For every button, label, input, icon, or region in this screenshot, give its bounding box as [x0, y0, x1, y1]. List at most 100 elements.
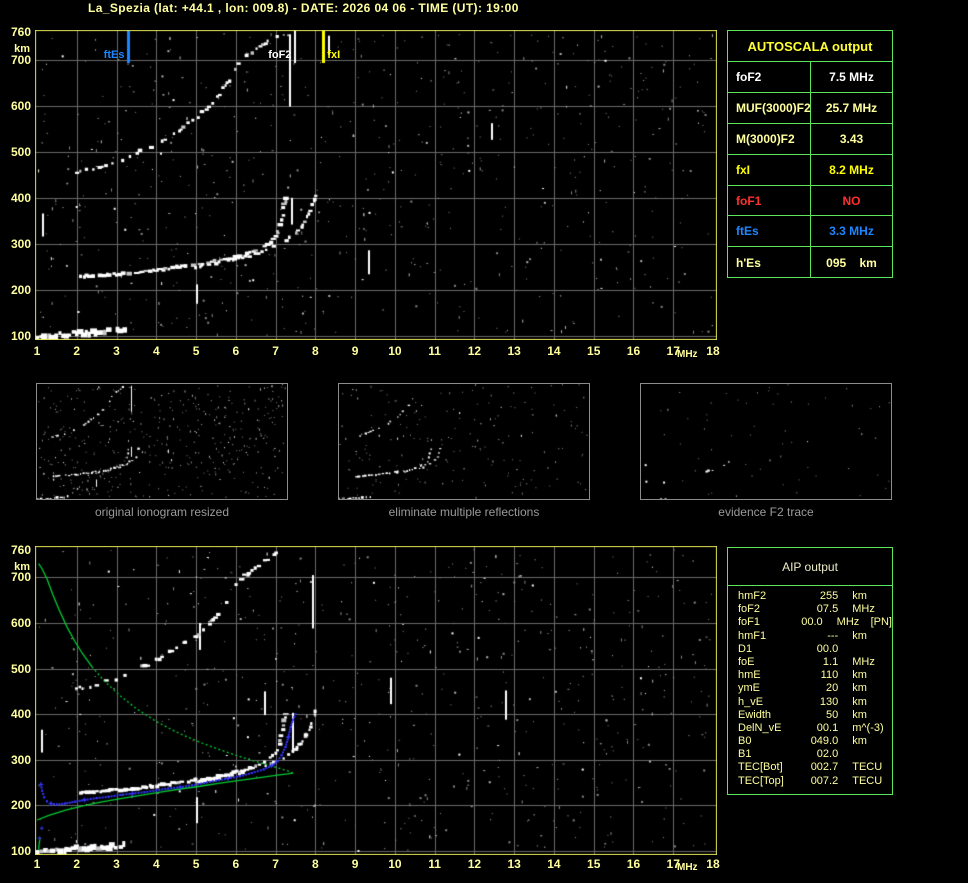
autoscala-row-value: 3.43: [839, 131, 864, 146]
aip-row-unit: [852, 643, 890, 656]
thumbnail-original-ionogram: [36, 383, 288, 500]
autoscala-row-M3000F2: M(3000)F2 3.43: [728, 123, 892, 155]
autoscala-row-value: NO: [842, 193, 861, 208]
aip-row-value: 007.2: [810, 774, 839, 787]
x-tick-13-panel0: 13: [507, 344, 521, 358]
x-tick-2-panel1: 2: [73, 857, 81, 871]
aip-row-value: 50: [825, 708, 839, 721]
aip-row-label: hmF2: [738, 590, 767, 602]
y-tick-100-panel1: 100: [10, 844, 31, 859]
aip-row-value: 00.1: [816, 721, 839, 734]
aip-row-value: 02.0: [816, 748, 839, 761]
marker-label-fxI: fxI: [327, 49, 341, 61]
ionogram-panel-top: [35, 30, 717, 340]
aip-row-value: ---: [827, 629, 839, 642]
x-tick-18-panel0: 18: [706, 344, 720, 358]
ionogram-canvas-bottom: [35, 546, 717, 855]
autoscala-row-label: foF2: [728, 62, 811, 92]
ionogram-panel-bottom: [35, 546, 717, 855]
y-tick-400-panel1: 400: [10, 707, 31, 722]
x-tick-5-panel0: 5: [192, 344, 200, 358]
aip-row-unit: km: [852, 669, 867, 682]
aip-row-value: 20: [825, 682, 839, 695]
y-tick-700-panel1: 700: [10, 570, 31, 585]
x-tick-12-panel0: 12: [467, 344, 482, 358]
autoscala-row-value: 25.7 MHz: [825, 100, 878, 115]
aip-row-value: 002.7: [810, 761, 839, 774]
x-tick-15-panel1: 15: [587, 857, 601, 871]
y-tick-200-panel1: 200: [10, 798, 31, 813]
x-tick-2-panel0: 2: [73, 344, 81, 358]
aip-row-foE: foE 1.1 MHz: [738, 656, 892, 669]
thumbnail-canvas-evidence: [641, 384, 891, 499]
autoscala-row-label: ftEs: [728, 216, 811, 247]
aip-row-label: DelN_vE: [738, 721, 782, 734]
aip-row-TECBot: TEC[Bot] 002.7 TECU: [738, 761, 892, 774]
aip-row-label: hmF1: [738, 629, 767, 642]
aip-row-label: D1: [738, 642, 753, 655]
x-tick-8-panel0: 8: [312, 344, 319, 358]
x-tick-14-panel0: 14: [547, 344, 561, 358]
aip-output-table: AIP output hmF2 255 km foF2 07.5 MHz foF1 00.0 M…: [727, 547, 893, 795]
thumbnail-eliminate-reflections: [338, 383, 590, 500]
aip-table-title: AIP output: [728, 548, 892, 586]
y-tick-500-panel0: 500: [10, 144, 31, 159]
y-tick-300-panel1: 300: [10, 752, 31, 767]
aip-row-foF2: foF2 07.5 MHz: [738, 603, 892, 616]
x-tick-16-panel0: 16: [626, 344, 641, 358]
aip-row-value: 110: [820, 669, 839, 682]
aip-row-unit: [852, 748, 890, 761]
aip-row-label: TEC[Top]: [738, 774, 784, 787]
autoscala-row-label: M(3000)F2: [728, 123, 811, 154]
x-tick-1-panel0: 1: [33, 344, 41, 358]
thumbnail-caption-eliminate: eliminate multiple reflections: [388, 505, 540, 519]
aip-row-unit: TECU: [852, 761, 883, 774]
aip-row-unit: km: [852, 682, 867, 695]
aip-row-unit: MHz: [852, 655, 875, 668]
x-tick-15-panel0: 15: [587, 344, 601, 358]
aip-row-unit: km: [852, 590, 867, 602]
x-tick-5-panel1: 5: [192, 857, 200, 871]
marker-label-ftEs: ftEs: [103, 49, 125, 61]
aip-row-label: foE: [738, 655, 755, 668]
thumbnail-evidence-f2: [640, 383, 892, 500]
aip-table-rows: hmF2 255 km foF2 07.5 MHz foF1 00.0 MHz [PN] hmF1-…: [728, 586, 892, 788]
aip-row-TECTop: TEC[Top] 007.2 TECU: [738, 775, 892, 788]
x-tick-6-panel0: 6: [232, 344, 240, 358]
page-title: La_Spezia (lat: +44.1 , lon: 009.8) - DA…: [88, 1, 519, 15]
y-tick-200-panel0: 200: [10, 282, 31, 297]
autoscala-row-value: 7.5 MHz: [829, 69, 874, 84]
y-tick-600-panel1: 600: [10, 615, 31, 630]
aip-row-value: 00.0: [816, 642, 839, 655]
autoscala-row-value: 095 km: [826, 255, 877, 270]
aip-row-foF1: foF1 00.0 MHz [PN]: [738, 616, 892, 629]
x-tick-10-panel1: 10: [388, 857, 402, 871]
aip-row-label: foF1: [738, 616, 761, 629]
aip-row-unit: m^(-3): [852, 721, 884, 734]
aip-row-label: ymE: [738, 682, 760, 695]
x-tick-9-panel0: 9: [351, 344, 359, 358]
autoscala-row-hEs: h'Es 095 km: [728, 247, 892, 279]
aip-row-D1: D1 00.0: [738, 643, 892, 656]
y-tick-760-panel0: 760: [10, 25, 31, 39]
aip-row-label: TEC[Bot]: [738, 761, 783, 774]
aip-row-value: 255: [819, 590, 839, 602]
aip-row-value: 00.0: [801, 616, 823, 629]
aip-row-B0: B0 049.0 km: [738, 735, 892, 748]
aip-row-Ewidth: Ewidth 50 km: [738, 709, 892, 722]
autoscala-row-label: foF1: [728, 185, 811, 216]
autoscala-table-title: AUTOSCALA output: [728, 31, 892, 62]
aip-row-unit: km: [852, 708, 867, 721]
aip-row-label: B0: [738, 735, 752, 748]
aip-row-B1: B1 02.0: [738, 748, 892, 761]
x-tick-3-panel1: 3: [113, 857, 120, 871]
aip-row-unit: MHz: [852, 603, 875, 616]
aip-row-value: 1.1: [822, 655, 839, 668]
x-tick-18-panel1: 18: [706, 857, 720, 871]
autoscala-row-label: MUF(3000)F2: [728, 92, 811, 123]
y-tick-600-panel0: 600: [10, 98, 31, 113]
x-tick-8-panel1: 8: [312, 857, 319, 871]
aip-row-unit: km: [852, 695, 867, 708]
aip-row-label: foF2: [738, 603, 761, 616]
thumbnail-canvas-eliminate: [339, 384, 589, 499]
